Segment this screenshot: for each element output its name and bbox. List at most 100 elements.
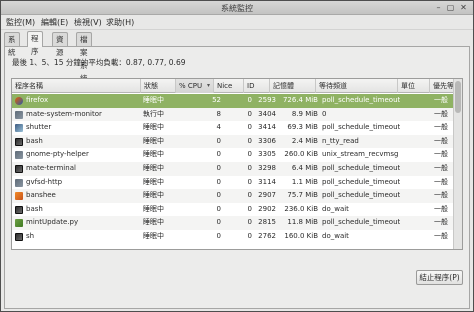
cell-nice: 0 <box>247 218 252 227</box>
cell-wait: poll_schedule_timeout <box>322 218 400 227</box>
column-header-unit[interactable]: 單位 <box>398 79 430 93</box>
menu-view[interactable]: 檢視(V) <box>74 17 102 28</box>
process-table[interactable]: 程序名稱 狀態 % CPU ▾ Nice ID 記憶體 等待頻道 單位 優先等級… <box>11 78 463 250</box>
cell-id: 2762 <box>258 232 276 240</box>
cell-priority: 一般 <box>434 218 448 227</box>
title-bar[interactable]: 系統監控 – ▢ ✕ <box>1 1 473 15</box>
cell-status: 睡眠中 <box>143 136 164 145</box>
cell-name: banshee <box>26 191 56 200</box>
cell-memory: 75.7 MiB <box>287 191 318 200</box>
cell-unit <box>401 162 429 176</box>
cell-id: 3114 <box>258 177 276 186</box>
cell-nice: 0 <box>247 123 252 132</box>
cell-wait: do_wait <box>322 232 349 240</box>
cell-nice: 0 <box>247 232 252 240</box>
cell-priority: 一般 <box>434 177 448 186</box>
menu-bar: 監控(M) 編輯(E) 檢視(V) 求助(H) <box>1 15 473 30</box>
cell-wait: poll_schedule_timeout <box>322 96 400 104</box>
table-row[interactable]: banshee 睡眠中 0 0 2907 75.7 MiB poll_schedule_ti… <box>12 189 454 203</box>
table-row[interactable]: mintUpdate.py 睡眠中 0 0 2815 11.8 MiB poll_sched… <box>12 216 454 230</box>
window-title: 系統監控 <box>221 4 253 13</box>
cell-status: 執行中 <box>143 109 164 118</box>
table-row[interactable]: bash 睡眠中 0 0 3306 2.4 MiB n_tty_read 一般 <box>12 134 454 149</box>
cell-id: 2907 <box>258 191 276 200</box>
cell-nice: 0 <box>247 177 252 186</box>
cell-wait: 0 <box>322 109 327 118</box>
tab-processes[interactable]: 程序 <box>27 31 43 56</box>
column-header-name[interactable]: 程序名稱 <box>12 79 141 93</box>
table-row[interactable]: shutter 睡眠中 4 0 3414 69.3 MiB poll_schedule_ti… <box>12 121 454 135</box>
cell-nice: 0 <box>247 150 252 159</box>
column-header-wait-channel[interactable]: 等待頻道 <box>316 79 398 93</box>
scrollbar-thumb[interactable] <box>455 81 461 113</box>
cell-priority: 一般 <box>434 136 448 145</box>
cell-id: 3305 <box>258 150 276 159</box>
cell-name: gvfsd-http <box>26 177 63 186</box>
cell-priority: 一般 <box>434 191 448 200</box>
cell-id: 3404 <box>258 109 276 118</box>
cell-status: 睡眠中 <box>143 191 164 200</box>
cell-priority: 一般 <box>434 164 448 172</box>
tab-resources[interactable]: 資源 <box>52 32 68 57</box>
cell-memory: 1.1 MiB <box>291 177 318 186</box>
cell-name: mate-system-monitor <box>26 109 102 118</box>
cell-wait: poll_schedule_timeout <box>322 123 400 132</box>
vertical-scrollbar[interactable] <box>453 79 462 249</box>
column-header-priority[interactable]: 優先等級 <box>430 79 454 93</box>
cell-unit <box>401 203 429 217</box>
cell-wait: poll_schedule_timeout <box>322 164 400 172</box>
cell-unit <box>401 148 429 162</box>
table-row[interactable]: sh 睡眠中 0 0 2762 160.0 KiB do_wait 一般 <box>12 230 454 244</box>
column-header-memory[interactable]: 記憶體 <box>270 79 316 93</box>
cell-status: 睡眠中 <box>143 232 164 240</box>
menu-monitor[interactable]: 監控(M) <box>6 17 35 28</box>
column-header-nice[interactable]: Nice <box>214 79 244 93</box>
cell-status: 睡眠中 <box>143 150 164 159</box>
cell-memory: 260.0 KiB <box>284 150 318 159</box>
cell-id: 3306 <box>258 136 276 145</box>
table-row[interactable]: gvfsd-http 睡眠中 0 0 3114 1.1 MiB poll_schedule_… <box>12 176 454 190</box>
table-row[interactable]: firefox 睡眠中 52 0 2593 726.4 MiB poll_schedule_… <box>12 94 454 108</box>
cell-priority: 一般 <box>434 150 448 159</box>
banshee-icon <box>15 192 23 201</box>
cell-id: 3298 <box>258 164 276 172</box>
cell-name: mate-terminal <box>26 164 76 172</box>
cell-name: bash <box>26 204 43 213</box>
table-row[interactable]: mate-terminal 睡眠中 0 0 3298 6.4 MiB poll_schedu… <box>12 162 454 176</box>
tab-file-systems[interactable]: 檔案系統 <box>76 32 92 83</box>
cell-unit <box>401 176 429 190</box>
cell-status: 睡眠中 <box>143 218 164 227</box>
cell-nice: 0 <box>247 164 252 172</box>
cell-unit <box>401 189 429 203</box>
menu-help[interactable]: 求助(H) <box>106 17 134 28</box>
cell-name: firefox <box>26 96 49 104</box>
generic-app-icon <box>15 178 23 187</box>
cell-memory: 6.4 MiB <box>291 164 318 172</box>
cell-unit <box>401 216 429 230</box>
cell-nice: 0 <box>247 136 252 145</box>
table-row[interactable]: gnome-pty-helper 睡眠中 0 0 3305 260.0 KiB unix_s… <box>12 148 454 162</box>
cell-wait: poll_schedule_timeout <box>322 177 400 186</box>
maximize-icon[interactable]: ▢ <box>445 3 456 13</box>
terminal-icon <box>15 165 23 173</box>
column-header-id[interactable]: ID <box>244 79 270 93</box>
table-row[interactable]: mate-system-monitor 執行中 8 0 3404 8.9 MiB 0 一般 <box>12 107 454 122</box>
cell-memory: 11.8 MiB <box>287 218 318 227</box>
column-header-cpu[interactable]: % CPU ▾ <box>176 79 214 93</box>
cell-id: 2815 <box>258 218 276 227</box>
cell-name: sh <box>26 232 35 240</box>
cell-status: 睡眠中 <box>143 204 164 213</box>
table-row[interactable]: bash 睡眠中 0 0 2902 236.0 KiB do_wait 一般 <box>12 203 454 217</box>
shutter-icon <box>15 124 23 133</box>
end-process-button[interactable]: 結止程序(P) <box>416 270 463 285</box>
menu-edit[interactable]: 編輯(E) <box>41 17 68 28</box>
minimize-icon[interactable]: – <box>433 3 444 13</box>
close-icon[interactable]: ✕ <box>458 3 469 13</box>
tab-system[interactable]: 系統 <box>4 32 20 57</box>
cell-unit <box>401 230 429 244</box>
update-icon <box>15 219 23 228</box>
column-header-status[interactable]: 狀態 <box>141 79 176 93</box>
cell-unit <box>401 121 429 135</box>
cell-status: 睡眠中 <box>143 123 164 132</box>
generic-app-icon <box>15 110 23 119</box>
